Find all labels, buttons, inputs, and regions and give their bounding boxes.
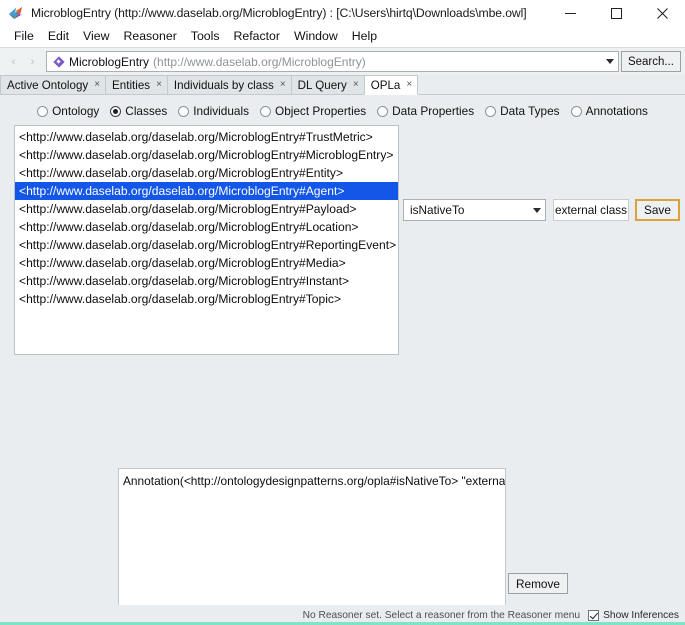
opla-tab-content: Ontology Classes Individuals Object Prop… — [0, 95, 685, 625]
menu-bar: File Edit View Reasoner Tools Refactor W… — [0, 26, 685, 48]
close-icon[interactable]: × — [280, 80, 286, 90]
title-bar: MicroblogEntry (http://www.daselab.org/M… — [0, 0, 685, 26]
menu-help[interactable]: Help — [345, 28, 384, 45]
close-icon[interactable]: × — [94, 80, 100, 90]
radio-icon — [110, 105, 122, 117]
menu-refactor[interactable]: Refactor — [227, 28, 287, 45]
entity-type-radio-group: Ontology Classes Individuals Object Prop… — [0, 95, 685, 118]
radio-label: Data Properties — [392, 104, 475, 118]
menu-window[interactable]: Window — [287, 28, 345, 45]
menu-file[interactable]: File — [7, 28, 41, 45]
list-item[interactable]: <http://www.daselab.org/daselab.org/Micr… — [15, 272, 398, 290]
show-inferences-checkbox[interactable]: Show Inferences — [588, 609, 679, 621]
ontology-name-label: MicroblogEntry — [69, 54, 150, 69]
tab-individuals-by-class[interactable]: Individuals by class × — [166, 75, 292, 94]
radio-label: Object Properties — [275, 104, 367, 118]
tab-dl-query[interactable]: DL Query × — [290, 75, 365, 94]
protege-logo-icon — [7, 5, 25, 21]
radio-classes[interactable]: Classes — [110, 104, 167, 118]
status-bar: No Reasoner set. Select a reasoner from … — [0, 605, 685, 625]
property-select[interactable]: isNativeTo — [403, 199, 546, 221]
tab-label: Individuals by class — [173, 78, 274, 92]
window-title: MicroblogEntry (http://www.daselab.org/M… — [31, 6, 527, 20]
tab-entities[interactable]: Entities × — [105, 75, 168, 94]
menu-edit[interactable]: Edit — [41, 28, 76, 45]
radio-individuals[interactable]: Individuals — [178, 104, 249, 118]
reasoner-status-text: No Reasoner set. Select a reasoner from … — [302, 609, 581, 621]
list-item[interactable]: <http://www.daselab.org/daselab.org/Micr… — [15, 128, 398, 146]
list-item[interactable]: <http://www.daselab.org/daselab.org/Micr… — [15, 290, 398, 308]
radio-label: Individuals — [193, 104, 250, 118]
radio-icon — [485, 105, 497, 117]
chevron-down-icon[interactable] — [533, 207, 541, 213]
maximize-button[interactable] — [593, 0, 639, 26]
list-item[interactable]: <http://www.daselab.org/daselab.org/Micr… — [15, 146, 398, 164]
radio-icon — [37, 105, 49, 117]
ontology-diamond-icon — [53, 56, 64, 67]
chevron-down-icon[interactable] — [605, 59, 614, 64]
radio-ontology[interactable]: Ontology — [37, 104, 99, 118]
show-inferences-label: Show Inferences — [603, 609, 679, 621]
radio-data-types[interactable]: Data Types — [485, 104, 560, 118]
protege-window: MicroblogEntry (http://www.daselab.org/M… — [0, 0, 685, 625]
close-icon[interactable]: × — [406, 80, 412, 90]
close-icon[interactable]: × — [353, 80, 359, 90]
value-input[interactable]: external class — [553, 199, 629, 221]
radio-icon — [570, 105, 582, 117]
minimize-button[interactable] — [547, 0, 593, 26]
search-button[interactable]: Search... — [620, 51, 681, 72]
tab-active-ontology[interactable]: Active Ontology × — [0, 75, 107, 94]
radio-object-properties[interactable]: Object Properties — [260, 104, 366, 118]
close-icon[interactable]: × — [156, 80, 162, 90]
menu-reasoner[interactable]: Reasoner — [116, 28, 183, 45]
radio-label: Classes — [125, 104, 168, 118]
list-item[interactable]: <http://www.daselab.org/daselab.org/Micr… — [15, 164, 398, 182]
tab-label: Active Ontology — [7, 78, 89, 92]
property-select-value: isNativeTo — [410, 203, 465, 217]
tab-opla[interactable]: OPLa × — [363, 75, 419, 95]
back-arrow-icon[interactable]: ‹ — [4, 51, 23, 72]
menu-view[interactable]: View — [76, 28, 116, 45]
list-item[interactable]: <http://www.daselab.org/daselab.org/Micr… — [15, 218, 398, 236]
tab-label: Entities — [112, 78, 151, 92]
class-list-box[interactable]: <http://www.daselab.org/daselab.org/Micr… — [14, 125, 399, 355]
tab-label: DL Query — [297, 78, 347, 92]
remove-button[interactable]: Remove — [508, 573, 568, 594]
close-button[interactable] — [639, 0, 685, 26]
radio-data-properties[interactable]: Data Properties — [377, 104, 474, 118]
forward-arrow-icon[interactable]: › — [23, 51, 42, 72]
list-item[interactable]: <http://www.daselab.org/daselab.org/Micr… — [15, 200, 398, 218]
tab-bar: Active Ontology × Entities × Individuals… — [0, 75, 685, 95]
menu-tools[interactable]: Tools — [184, 28, 227, 45]
radio-icon — [260, 105, 272, 117]
window-controls — [547, 0, 685, 26]
annotation-item[interactable]: Annotation(<http://ontologydesignpattern… — [119, 469, 505, 488]
radio-label: Data Types — [500, 104, 560, 118]
radio-icon — [178, 105, 190, 117]
ontology-nav-bar: ‹ › MicroblogEntry (http://www.daselab.o… — [0, 48, 685, 75]
tab-label: OPLa — [370, 78, 401, 92]
radio-icon — [377, 105, 389, 117]
radio-annotations[interactable]: Annotations — [570, 104, 648, 118]
ontology-selector-combo[interactable]: MicroblogEntry (http://www.daselab.org/M… — [46, 51, 619, 72]
radio-label: Annotations — [585, 104, 648, 118]
ontology-uri-label: (http://www.daselab.org/MicroblogEntry) — [153, 54, 366, 69]
annotation-list-panel[interactable]: Annotation(<http://ontologydesignpattern… — [118, 468, 506, 625]
checkbox-icon — [588, 609, 600, 621]
radio-label: Ontology — [52, 104, 100, 118]
list-item-selected[interactable]: <http://www.daselab.org/daselab.org/Micr… — [15, 182, 398, 200]
list-item[interactable]: <http://www.daselab.org/daselab.org/Micr… — [15, 254, 398, 272]
save-button[interactable]: Save — [635, 199, 680, 221]
list-item[interactable]: <http://www.daselab.org/daselab.org/Micr… — [15, 236, 398, 254]
annotation-editor-controls: isNativeTo external class Save — [403, 199, 680, 221]
